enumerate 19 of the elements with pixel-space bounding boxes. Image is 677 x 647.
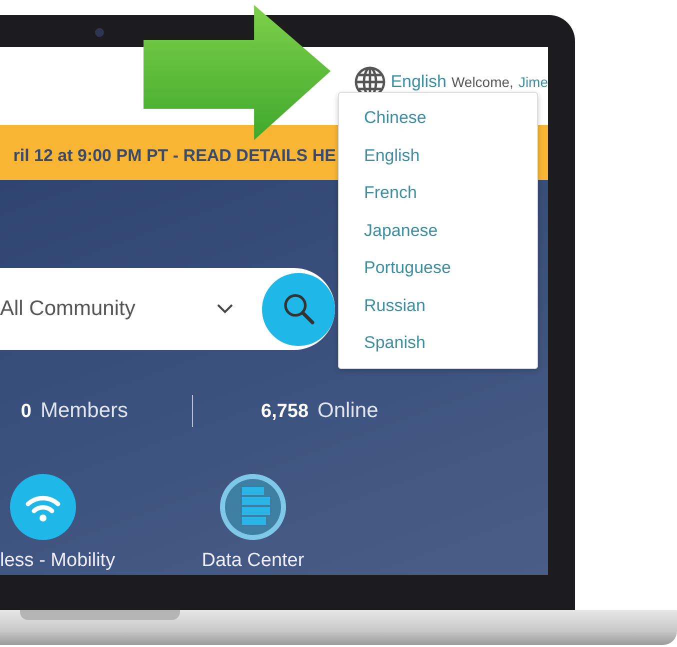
stat-label: Online: [318, 399, 378, 423]
language-selector[interactable]: English: [390, 72, 446, 92]
chevron-down-icon: [217, 304, 234, 314]
language-option[interactable]: Spanish: [339, 324, 537, 362]
camera-icon: [95, 28, 104, 37]
wifi-icon[interactable]: [10, 474, 76, 540]
language-option[interactable]: English: [339, 136, 537, 174]
category-label[interactable]: less - Mobility: [0, 550, 116, 572]
stat-label: Members: [40, 399, 128, 423]
user-link[interactable]: Jime: [518, 74, 548, 90]
language-option[interactable]: Russian: [339, 286, 537, 324]
language-option[interactable]: Portuguese: [339, 249, 537, 286]
server-icon[interactable]: [220, 474, 286, 540]
stat-value: 0: [20, 401, 32, 423]
language-option[interactable]: Japanese: [339, 212, 537, 249]
welcome-text: Welcome,: [451, 74, 514, 90]
stat-value: 6,758: [261, 401, 309, 423]
category-label[interactable]: Data Center: [202, 550, 304, 572]
scope-dropdown[interactable]: All Community: [0, 297, 136, 321]
